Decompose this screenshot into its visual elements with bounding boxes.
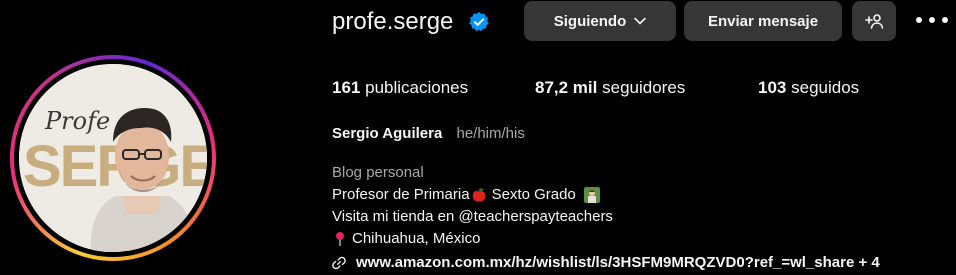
external-link-text[interactable]: www.amazon.com.mx/hz/wishlist/ls/3HSFM9M… <box>356 253 880 273</box>
teacher-icon <box>583 187 600 203</box>
following-count: 103 <box>758 78 787 97</box>
username: profe.serge <box>332 8 454 35</box>
send-message-button[interactable]: Enviar mensaje <box>684 1 842 41</box>
link-icon <box>332 256 346 270</box>
bio-category: Blog personal <box>332 164 424 181</box>
add-person-icon <box>865 14 883 29</box>
pronouns: he/him/his <box>456 125 525 142</box>
avatar-story-ring[interactable]: Profe SERGE <box>10 55 216 261</box>
send-message-label: Enviar mensaje <box>707 12 819 30</box>
full-name: Sergio Aguilera <box>332 125 443 142</box>
location-text: Chihuahua, México <box>352 230 481 247</box>
bio-line-2: Visita mi tienda en @teacherspayteachers <box>332 208 613 225</box>
avatar[interactable]: Profe SERGE <box>19 64 207 252</box>
bio-location: Chihuahua, México <box>332 228 613 250</box>
suggested-users-button[interactable] <box>852 1 896 41</box>
chevron-down-icon <box>634 17 647 25</box>
more-dot <box>929 17 935 23</box>
bio: Blog personal Profesor de Primaria Sexto… <box>332 162 613 250</box>
followers-label: seguidores <box>602 78 686 97</box>
pin-icon <box>336 232 344 246</box>
avatar-image: Profe SERGE <box>19 64 207 252</box>
verified-badge-icon <box>469 11 489 32</box>
bio-line-1-text: Profesor de Primaria <box>332 186 470 203</box>
name-row: Sergio Aguilera he/him/his <box>332 124 525 144</box>
following-button-label: Siguiendo <box>553 12 627 30</box>
posts-count: 161 <box>332 78 361 97</box>
following-label: seguidos <box>791 78 860 97</box>
avatar-logo-main: SERGE <box>23 134 207 199</box>
followers-count: 87,2 mil <box>535 78 598 97</box>
avatar-logo-top: Profe <box>44 107 110 135</box>
more-dot <box>942 17 948 23</box>
more-dot <box>916 17 922 23</box>
following-stat[interactable]: 103 seguidos <box>758 78 859 98</box>
apple-icon <box>472 187 485 202</box>
posts-stat: 161 publicaciones <box>332 78 468 98</box>
followers-stat[interactable]: 87,2 mil seguidores <box>535 78 685 98</box>
posts-label: publicaciones <box>365 78 469 97</box>
following-button[interactable]: Siguiendo <box>524 1 676 41</box>
external-link[interactable]: www.amazon.com.mx/hz/wishlist/ls/3HSFM9M… <box>332 253 880 273</box>
more-options-icon[interactable] <box>916 8 948 32</box>
bio-line-1-suffix: Sexto Grado <box>491 186 576 203</box>
bio-line-1: Profesor de Primaria Sexto Grado <box>332 184 613 206</box>
